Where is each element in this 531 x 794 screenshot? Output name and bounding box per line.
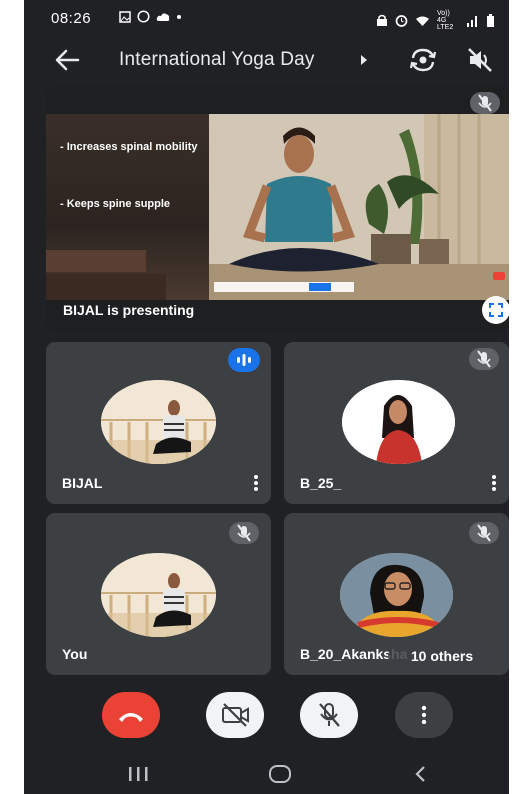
recents-icon[interactable] — [127, 764, 151, 784]
battery-icon — [487, 14, 494, 27]
notification-icons — [119, 10, 181, 23]
camera-off-icon — [222, 703, 249, 727]
switch-camera-icon[interactable] — [408, 46, 438, 74]
avatar — [101, 553, 216, 637]
phone-screen: 08:26 Vo)) 4G LTE2 International Yoga Da… — [24, 0, 509, 794]
whatsapp-notification-icon — [137, 10, 150, 23]
more-vert-icon[interactable] — [253, 474, 259, 492]
more-notifications-dot-icon — [177, 14, 181, 19]
camera-toggle-button[interactable] — [206, 692, 264, 738]
audio-wave-icon — [237, 354, 251, 366]
mic-off-icon — [477, 350, 491, 368]
meeting-top-bar: International Yoga Day — [24, 38, 509, 82]
speaking-indicator — [228, 348, 260, 372]
mic-toggle-button[interactable] — [300, 692, 358, 738]
wifi-icon — [416, 16, 429, 26]
lock-icon — [377, 14, 387, 26]
meeting-title[interactable]: International Yoga Day — [119, 49, 315, 71]
system-icons: Vo)) 4G LTE2 — [376, 10, 495, 31]
mic-off-icon — [478, 94, 492, 112]
status-time: 08:26 — [51, 10, 92, 27]
signal-icon — [467, 15, 477, 27]
mic-off-icon — [237, 524, 251, 542]
more-options-button[interactable] — [395, 692, 453, 738]
presentation-slide: - Increases spinal mobility - Keeps spin… — [46, 114, 209, 300]
gallery-notification-icon — [119, 10, 131, 23]
presentation-mic-off-indicator — [470, 92, 500, 114]
call-controls — [24, 684, 509, 750]
speaker-off-icon[interactable] — [465, 46, 495, 74]
participant-mic-off-indicator — [469, 348, 499, 370]
alarm-icon — [395, 15, 408, 27]
fullscreen-icon — [489, 303, 503, 317]
your-profile-photo — [101, 553, 216, 637]
system-navigation-bar — [24, 750, 509, 794]
avatar — [340, 553, 453, 637]
more-vert-icon — [421, 705, 427, 725]
b25-profile-photo — [342, 380, 455, 464]
participant-tile-b25[interactable]: B_25_ — [284, 342, 509, 504]
bijal-profile-photo — [101, 380, 216, 464]
chevron-right-icon[interactable] — [361, 55, 367, 65]
more-vert-icon[interactable] — [491, 474, 497, 492]
participant-tile-bijal[interactable]: BIJAL — [46, 342, 271, 504]
presenter-camera-feed — [209, 114, 509, 300]
end-call-icon — [119, 713, 143, 722]
cloud-notification-icon — [156, 12, 170, 21]
end-call-button[interactable] — [102, 692, 160, 738]
participant-name: B_25_ — [300, 475, 342, 491]
back-arrow-icon[interactable] — [54, 48, 80, 72]
yoga-presenter-image — [209, 114, 509, 300]
home-icon[interactable] — [268, 764, 292, 784]
mic-off-icon — [319, 703, 340, 727]
presentation-tile[interactable]: - Increases spinal mobility - Keeps spin… — [46, 86, 509, 331]
participant-mic-off-indicator — [469, 522, 499, 544]
status-bar: 08:26 Vo)) 4G LTE2 — [24, 0, 509, 38]
network-type-label: Vo)) 4G LTE2 — [437, 10, 454, 31]
participant-tile-you[interactable]: You — [46, 513, 271, 675]
slide-point-2: - Keeps spine supple — [60, 198, 171, 210]
nav-back-icon[interactable] — [411, 764, 431, 784]
participant-name: BIJAL — [62, 475, 103, 491]
b20-profile-photo — [340, 553, 453, 637]
others-count-chip[interactable]: 10 others — [388, 643, 496, 669]
avatar — [342, 380, 455, 464]
presenting-label: BIJAL is presenting — [63, 302, 195, 318]
shared-screen: - Increases spinal mobility - Keeps spin… — [46, 114, 509, 300]
mic-off-icon — [477, 524, 491, 542]
fullscreen-button[interactable] — [482, 296, 509, 324]
slide-decoration-image — [46, 250, 166, 300]
participant-mic-off-indicator — [229, 522, 259, 544]
participant-name: You — [62, 646, 88, 662]
slide-point-1: - Increases spinal mobility — [60, 141, 198, 153]
avatar — [101, 380, 216, 464]
